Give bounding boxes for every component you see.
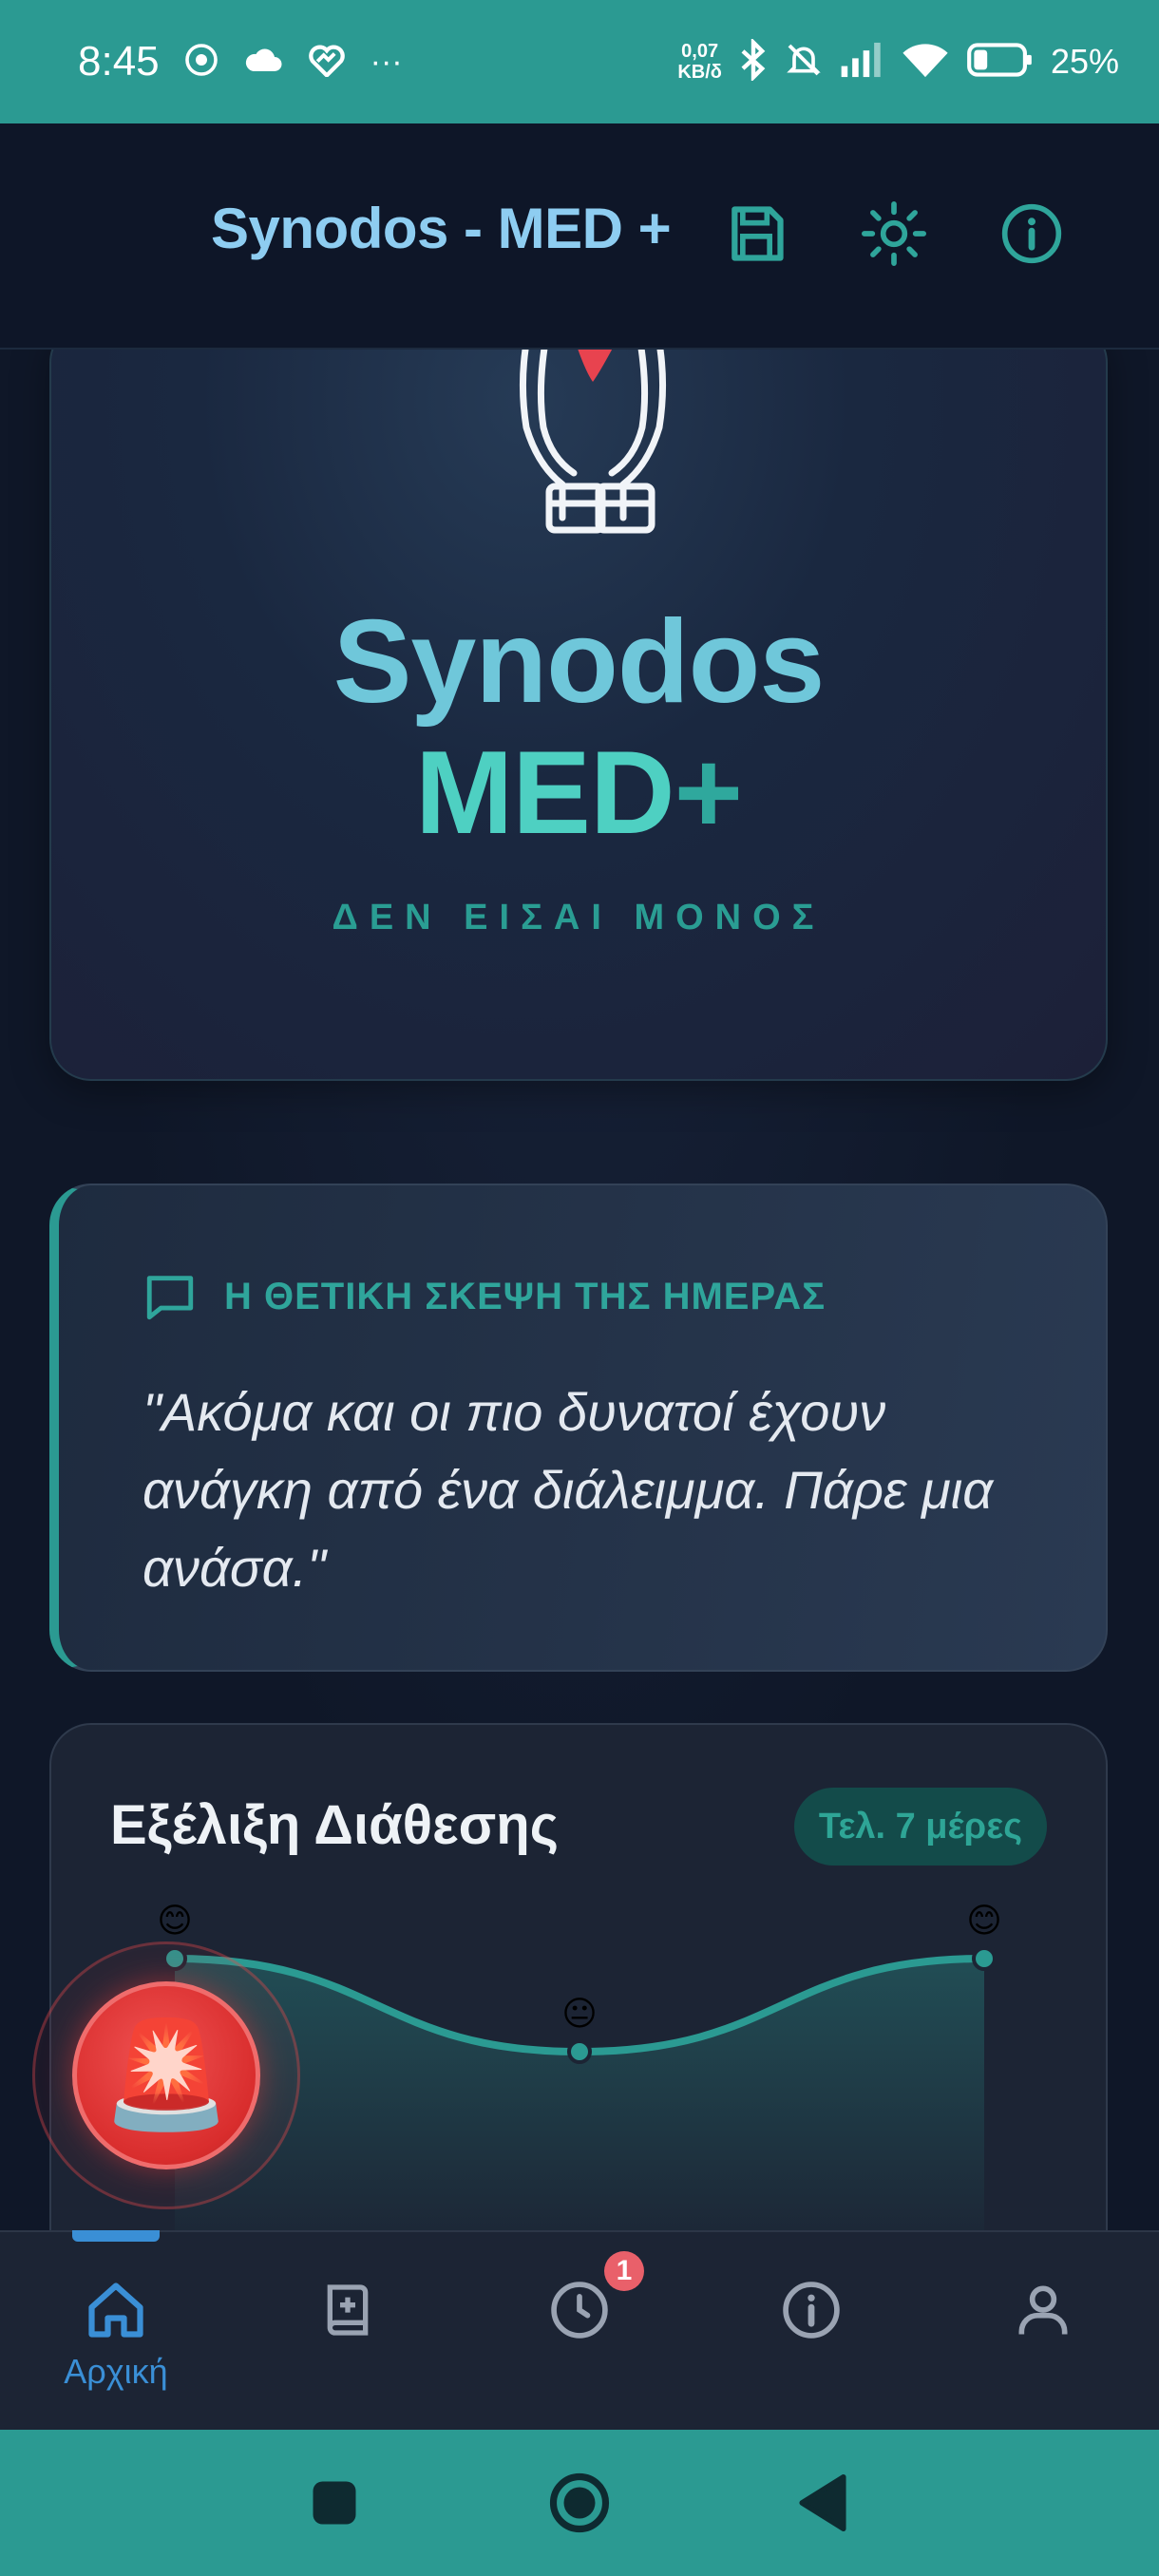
square-icon bbox=[313, 2481, 356, 2525]
app-title: Synodos - MED + bbox=[211, 197, 672, 260]
recent-apps-button[interactable] bbox=[277, 2430, 391, 2576]
home-system-button[interactable] bbox=[522, 2430, 636, 2576]
profile-icon bbox=[1018, 2285, 1068, 2335]
cloud-icon bbox=[243, 45, 283, 80]
caring-hands-icon bbox=[519, 350, 667, 534]
save-icon bbox=[732, 206, 784, 261]
info-icon bbox=[783, 2282, 840, 2339]
info-button[interactable] bbox=[994, 196, 1070, 272]
mood-point-emoji: 😊 bbox=[157, 1901, 193, 1940]
save-button[interactable] bbox=[718, 196, 794, 272]
quote-label: Η ΘΕΤΙΚΗ ΣΚΕΨΗ ΤΗΣ ΗΜΕΡΑΣ bbox=[224, 1275, 826, 1317]
nav-medical-journal[interactable] bbox=[232, 2232, 464, 2432]
status-bar: 8:45 ··· 0,07 KB/δ 25% bbox=[0, 0, 1159, 123]
chrome-icon bbox=[184, 43, 218, 82]
bottom-navigation: Αρχική bbox=[0, 2230, 1159, 2432]
back-triangle-icon bbox=[799, 2474, 846, 2531]
bluetooth-icon bbox=[739, 36, 768, 85]
battery-percent: 25% bbox=[1050, 42, 1119, 81]
more-notifications-icon: ··· bbox=[370, 43, 403, 80]
hero-title: Synodos MED+ bbox=[332, 597, 826, 859]
clock-icon bbox=[551, 2282, 608, 2339]
siren-icon: 🚨 bbox=[101, 2017, 232, 2133]
mood-data-point[interactable] bbox=[972, 1946, 997, 1971]
nav-home[interactable]: Αρχική bbox=[0, 2232, 232, 2432]
history-notification-badge: 1 bbox=[604, 2251, 644, 2291]
mute-bell-icon bbox=[785, 39, 823, 85]
mood-point-emoji: 😐 bbox=[561, 1994, 598, 2033]
sos-emergency-button[interactable]: 🚨 bbox=[72, 1981, 260, 2169]
nav-history[interactable] bbox=[464, 2232, 695, 2432]
signal-icon bbox=[840, 41, 884, 84]
sun-icon bbox=[862, 201, 926, 266]
status-time: 8:45 bbox=[78, 38, 160, 85]
battery-icon bbox=[967, 42, 1034, 83]
system-navigation-bar bbox=[0, 2430, 1159, 2576]
chat-bubble-icon bbox=[146, 1276, 194, 1320]
nav-profile[interactable] bbox=[927, 2232, 1159, 2432]
hero-card: Synodos MED+ ΔΕΝ ΕΙΣΑΙ ΜΟΝΟΣ bbox=[49, 350, 1108, 1081]
wifi-icon bbox=[901, 41, 950, 84]
back-button[interactable] bbox=[766, 2430, 880, 2576]
network-speed: 0,07 KB/δ bbox=[677, 41, 722, 83]
medical-book-icon bbox=[327, 2284, 369, 2336]
theme-toggle-button[interactable] bbox=[856, 196, 932, 272]
health-app-icon bbox=[308, 43, 346, 82]
nav-home-label: Αρχική bbox=[64, 2352, 168, 2391]
quote-text: "Ακόμα και οι πιο δυνατοί έχουν ανάγκη α… bbox=[142, 1382, 994, 1598]
home-icon bbox=[88, 2282, 143, 2338]
mood-point-emoji: 😊 bbox=[966, 1901, 1002, 1940]
nav-info[interactable] bbox=[695, 2232, 927, 2432]
circle-home-icon bbox=[549, 2472, 610, 2533]
nav-active-indicator bbox=[72, 2230, 160, 2242]
hero-subtitle: ΔΕΝ ΕΙΣΑΙ ΜΟΝΟΣ bbox=[332, 898, 826, 938]
info-icon bbox=[1001, 203, 1062, 264]
app-header: Synodos - MED + bbox=[0, 123, 1159, 350]
mood-data-point[interactable] bbox=[567, 2039, 592, 2064]
daily-quote-card: Η ΘΕΤΙΚΗ ΣΚΕΨΗ ΤΗΣ ΗΜΕΡΑΣ "Ακόμα και οι … bbox=[49, 1184, 1108, 1672]
